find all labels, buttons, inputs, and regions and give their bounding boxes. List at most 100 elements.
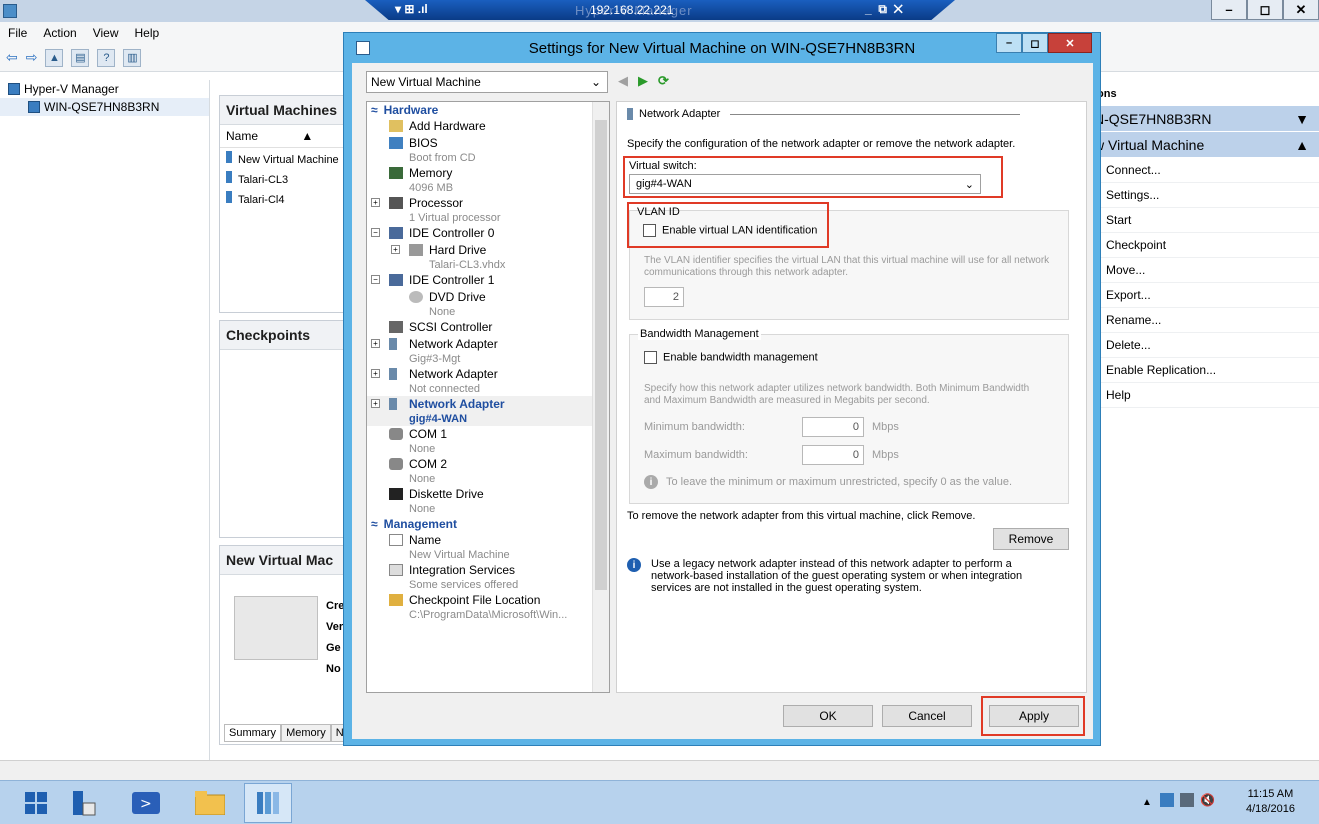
legacy-note: i Use a legacy network adapter instead of…: [627, 558, 1041, 594]
hyperv-taskbar-button[interactable]: [244, 783, 292, 823]
virtual-machines-panel: Virtual Machines Name ▲ New Virtual Mach…: [219, 95, 349, 313]
item-add-hardware[interactable]: Add Hardware: [367, 118, 609, 135]
action-center-icon[interactable]: [1180, 793, 1194, 807]
tab-summary[interactable]: Summary: [224, 724, 282, 742]
previous-arrow-icon[interactable]: ◀: [618, 73, 628, 89]
item-network-adapter-2[interactable]: + Network Adapter Not connected: [367, 366, 609, 396]
scsi-controller-icon: [389, 321, 403, 333]
dialog-minimize-button[interactable]: –: [996, 33, 1022, 53]
virtual-switch-select[interactable]: gig#4-WAN ⌄: [629, 174, 981, 194]
min-bandwidth-input[interactable]: 0: [802, 417, 864, 437]
item-com1[interactable]: COM 1 None: [367, 426, 609, 456]
show-hidden-icons[interactable]: ▲: [1142, 797, 1152, 808]
action-delete[interactable]: Delete...: [1086, 333, 1319, 358]
dialog-maximize-button[interactable]: ◻: [1022, 33, 1048, 53]
dialog-close-button[interactable]: ✕: [1048, 33, 1092, 53]
vlan-id-input[interactable]: 2: [644, 287, 684, 307]
action-connect[interactable]: Connect...: [1086, 158, 1319, 183]
rdp-window-controls[interactable]: _ ⧉ ✕: [865, 2, 903, 17]
action-settings[interactable]: Settings...: [1086, 183, 1319, 208]
tree-item-hyperv-manager[interactable]: Hyper-V Manager: [0, 80, 209, 98]
action-help[interactable]: Help: [1086, 383, 1319, 408]
refresh-icon[interactable]: ⟳: [658, 73, 669, 89]
vm-select[interactable]: New Virtual Machine ⌄: [366, 71, 608, 93]
item-bios[interactable]: BIOS Boot from CD: [367, 135, 609, 165]
item-name[interactable]: Name New Virtual Machine: [367, 532, 609, 562]
minimize-button[interactable]: –: [1211, 0, 1247, 20]
item-scsi-controller[interactable]: SCSI Controller: [367, 319, 609, 336]
item-diskette-drive[interactable]: Diskette Drive None: [367, 486, 609, 516]
show-hide-tree-icon[interactable]: ▤: [71, 48, 90, 67]
status-bar: [0, 760, 1319, 780]
clock[interactable]: 11:15 AM 4/18/2016: [1246, 787, 1295, 817]
rdp-pin-icon[interactable]: ▾ ⊞ .ıl: [395, 2, 428, 16]
forward-arrow-icon[interactable]: ⇨: [26, 49, 38, 66]
back-arrow-icon[interactable]: ⇦: [6, 49, 18, 66]
item-hard-drive[interactable]: + Hard Drive Talari-CL3.vhdx: [367, 242, 609, 272]
item-processor[interactable]: + Processor 1 Virtual processor: [367, 195, 609, 225]
close-button[interactable]: ✕: [1283, 0, 1319, 20]
action-pane-icon[interactable]: ▥: [123, 48, 142, 67]
item-network-adapter-3-selected[interactable]: + Network Adapter gig#4-WAN: [367, 396, 609, 426]
start-button[interactable]: [18, 785, 54, 821]
ok-button[interactable]: OK: [783, 705, 873, 727]
action-rename[interactable]: Rename...: [1086, 308, 1319, 333]
tree-item-server[interactable]: WIN-QSE7HN8B3RN: [0, 98, 209, 116]
menu-help[interactable]: Help: [135, 26, 160, 40]
diskette-icon: [389, 488, 403, 500]
name-column-header[interactable]: Name ▲: [220, 125, 348, 148]
action-checkpoint[interactable]: Checkpoint: [1086, 233, 1319, 258]
item-com2[interactable]: COM 2 None: [367, 456, 609, 486]
processor-icon: [389, 197, 403, 209]
info-icon: i: [627, 558, 641, 572]
max-bandwidth-label: Maximum bandwidth:: [644, 449, 748, 461]
help-icon[interactable]: ?: [97, 48, 116, 67]
action-start[interactable]: Start: [1086, 208, 1319, 233]
next-arrow-icon[interactable]: ▶: [638, 73, 648, 89]
action-export[interactable]: Export...: [1086, 283, 1319, 308]
item-checkpoint-location[interactable]: Checkpoint File Location C:\ProgramData\M…: [367, 592, 609, 622]
powershell-button[interactable]: >: [128, 785, 164, 821]
settings-tree-scrollbar[interactable]: [592, 102, 609, 692]
menu-file[interactable]: File: [8, 26, 27, 40]
vm-thumbnail: [234, 596, 318, 660]
tab-memory[interactable]: Memory: [281, 724, 331, 742]
file-explorer-button[interactable]: [192, 785, 228, 821]
item-memory[interactable]: Memory 4096 MB: [367, 165, 609, 195]
vm-row[interactable]: New Virtual Machine: [226, 150, 342, 170]
action-enable-replication[interactable]: Enable Replication...: [1086, 358, 1319, 383]
max-bandwidth-input[interactable]: 0: [802, 445, 864, 465]
actions-vm-header[interactable]: w Virtual Machine ▲: [1086, 132, 1319, 157]
action-move[interactable]: Move...: [1086, 258, 1319, 283]
network-adapter-icon: [389, 398, 397, 410]
settings-dialog: Settings for New Virtual Machine on WIN-…: [343, 32, 1101, 746]
item-dvd-drive[interactable]: DVD Drive None: [367, 289, 609, 319]
com-port-icon: [389, 458, 403, 470]
volume-muted-icon[interactable]: 🔇: [1200, 793, 1215, 807]
scrollbar-thumb[interactable]: [595, 120, 607, 590]
up-folder-icon[interactable]: ▲: [45, 48, 64, 67]
item-network-adapter-1[interactable]: + Network Adapter Gig#3-Mgt: [367, 336, 609, 366]
server-manager-button[interactable]: [66, 785, 102, 821]
bandwidth-description: Specify how this network adapter utilize…: [644, 383, 1030, 406]
dialog-window-controls: – ◻ ✕: [996, 33, 1092, 53]
item-ide-controller-0[interactable]: − IDE Controller 0: [367, 225, 609, 242]
item-ide-controller-1[interactable]: − IDE Controller 1: [367, 272, 609, 289]
vlan-checkbox[interactable]: Enable virtual LAN identification: [643, 224, 817, 237]
menu-action[interactable]: Action: [43, 26, 76, 40]
menu-view[interactable]: View: [93, 26, 119, 40]
network-tray-icon[interactable]: [1160, 793, 1174, 807]
vm-row[interactable]: Talari-Cl4: [226, 190, 342, 210]
section-hardware[interactable]: ≈ Hardware: [367, 102, 609, 118]
actions-server-header[interactable]: N-QSE7HN8B3RN ▼: [1086, 106, 1319, 131]
cancel-button[interactable]: Cancel: [882, 705, 972, 727]
item-integration-services[interactable]: Integration Services Some services offere…: [367, 562, 609, 592]
bandwidth-checkbox[interactable]: Enable bandwidth management: [644, 351, 818, 364]
vm-row[interactable]: Talari-CL3: [226, 170, 342, 190]
com-port-icon: [389, 428, 403, 440]
section-management[interactable]: ≈ Management: [367, 516, 609, 532]
min-bandwidth-unit: Mbps: [872, 421, 899, 433]
remove-button[interactable]: Remove: [993, 528, 1069, 550]
apply-button[interactable]: Apply: [989, 705, 1079, 727]
maximize-button[interactable]: ◻: [1247, 0, 1283, 20]
